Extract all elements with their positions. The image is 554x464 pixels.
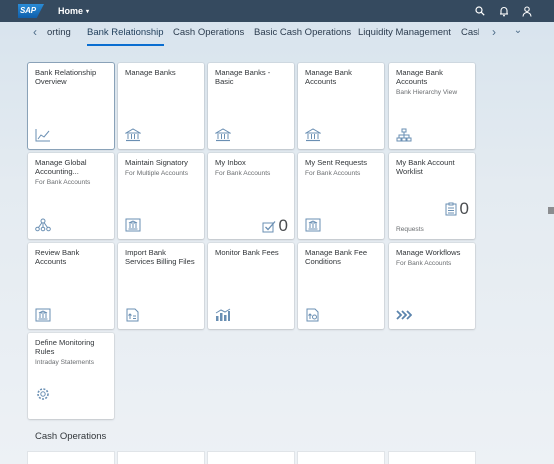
tabs-overflow-chevron[interactable]: ⌄ [512, 22, 524, 44]
tile-title: Manage Bank Accounts [396, 68, 443, 86]
tile-my-bank-account-worklist[interactable]: My Bank Account Worklist 0 Requests [389, 153, 475, 239]
tabs-prev-arrow[interactable]: ‹ [29, 22, 41, 44]
tile-bank-relationship-overview[interactable]: Bank Relationship Overview [28, 63, 114, 149]
tab-bank-relationship[interactable]: Bank Relationship [87, 22, 164, 46]
home-title: Home [58, 6, 84, 16]
tile-partial[interactable] [118, 452, 204, 464]
tile-manage-bank-accounts-hierarchy[interactable]: Manage Bank Accounts Bank Hierarchy View [389, 63, 475, 149]
tile-define-monitoring-rules[interactable]: Define Monitoring Rules Intraday Stateme… [28, 333, 114, 419]
tile-footer: Requests [396, 226, 424, 233]
tile-subtitle: For Bank Accounts [396, 260, 452, 267]
tabs-next-arrow[interactable]: › [488, 22, 500, 44]
tile-maintain-signatory[interactable]: Maintain Signatory For Multiple Accounts [118, 153, 204, 239]
notification-bell-icon[interactable] [497, 4, 511, 18]
settings-icon [37, 388, 49, 400]
tile-title: Maintain Signatory [125, 158, 188, 167]
network-icon [35, 218, 51, 232]
line-chart-icon [35, 129, 50, 142]
tile-subtitle: For Bank Accounts [305, 170, 361, 177]
tile-title: Import Bank Services Billing Files [125, 248, 195, 266]
tile-my-inbox[interactable]: My Inbox For Bank Accounts 0 [208, 153, 294, 239]
tile-counter: 0 [262, 216, 288, 236]
workflow-arrows-icon [396, 310, 412, 320]
import-document-icon [126, 308, 139, 322]
fee-document-icon [306, 308, 319, 322]
tile-title: My Inbox [215, 158, 246, 167]
shell-bar: SAP Home ▾ [0, 0, 554, 22]
tile-partial[interactable] [298, 452, 384, 464]
tile-title: Manage Banks [125, 68, 176, 77]
tab-partial-left[interactable]: orting [47, 22, 71, 46]
search-icon[interactable] [473, 4, 487, 18]
sap-logo[interactable]: SAP [18, 4, 44, 18]
tile-title: Manage Workflows [396, 248, 461, 257]
tab-cash-operations[interactable]: Cash Operations [173, 22, 244, 46]
bank-icon [215, 128, 231, 142]
tile-counter: 0 [445, 199, 469, 219]
tile-review-bank-accounts[interactable]: Review Bank Accounts [28, 243, 114, 329]
tile-title: Manage Bank Fee Conditions [305, 248, 368, 266]
tile-partial[interactable] [389, 452, 475, 464]
tile-manage-banks-basic[interactable]: Manage Banks - Basic [208, 63, 294, 149]
worklist-count: 0 [459, 199, 469, 218]
tile-title: Manage Global Accounting... [35, 158, 87, 176]
tile-manage-bank-fee-conditions[interactable]: Manage Bank Fee Conditions [298, 243, 384, 329]
tile-my-sent-requests[interactable]: My Sent Requests For Bank Accounts [298, 153, 384, 239]
tile-title: Monitor Bank Fees [215, 248, 279, 257]
tile-monitor-bank-fees[interactable]: Monitor Bank Fees [208, 243, 294, 329]
home-menu-button[interactable]: Home ▾ [58, 4, 89, 19]
tile-subtitle: Intraday Statements [35, 359, 95, 366]
tile-manage-bank-accounts[interactable]: Manage Bank Accounts [298, 63, 384, 149]
worklist-icon [445, 202, 457, 216]
tile-title: Bank Relationship Overview [35, 68, 97, 86]
section-title-cash-operations: Cash Operations [35, 431, 107, 442]
tab-basic-cash-operations[interactable]: Basic Cash Operations [254, 22, 351, 46]
tile-title: My Bank Account Worklist [396, 158, 455, 176]
tile-title: My Sent Requests [305, 158, 368, 167]
tile-partial[interactable] [208, 452, 294, 464]
tile-title: Define Monitoring Rules [35, 338, 95, 356]
tile-manage-banks[interactable]: Manage Banks [118, 63, 204, 149]
bank-document-icon [125, 218, 141, 232]
tile-title: Review Bank Accounts [35, 248, 80, 266]
tile-subtitle: For Bank Accounts [35, 179, 91, 186]
bank-chart-icon [215, 308, 231, 321]
tile-manage-global-accounting[interactable]: Manage Global Accounting... For Bank Acc… [28, 153, 114, 239]
tile-partial[interactable] [28, 452, 114, 464]
user-profile-icon[interactable] [520, 4, 534, 18]
tab-liquidity-management[interactable]: Liquidity Management [358, 22, 451, 46]
bank-icon [305, 128, 321, 142]
inbox-check-icon [262, 220, 276, 232]
tile-subtitle: Bank Hierarchy View [396, 89, 458, 96]
bank-document-icon [35, 308, 51, 322]
tile-import-bank-services-billing-files[interactable]: Import Bank Services Billing Files [118, 243, 204, 329]
tab-cash-partial[interactable]: Cash [461, 22, 479, 46]
tile-subtitle: For Multiple Accounts [125, 170, 189, 177]
tile-title: Manage Bank Accounts [305, 68, 352, 86]
tile-manage-workflows[interactable]: Manage Workflows For Bank Accounts [389, 243, 475, 329]
tile-title: Manage Banks - Basic [215, 68, 271, 86]
bank-document-icon [305, 218, 321, 232]
group-tab-bar: ‹ orting Bank Relationship Cash Operatio… [0, 22, 554, 46]
scrollbar-thumb[interactable] [548, 207, 554, 214]
inbox-count: 0 [278, 216, 288, 235]
hierarchy-icon [396, 128, 412, 142]
bank-icon [125, 128, 141, 142]
tile-subtitle: For Bank Accounts [215, 170, 271, 177]
caret-down-icon: ▾ [86, 9, 90, 15]
